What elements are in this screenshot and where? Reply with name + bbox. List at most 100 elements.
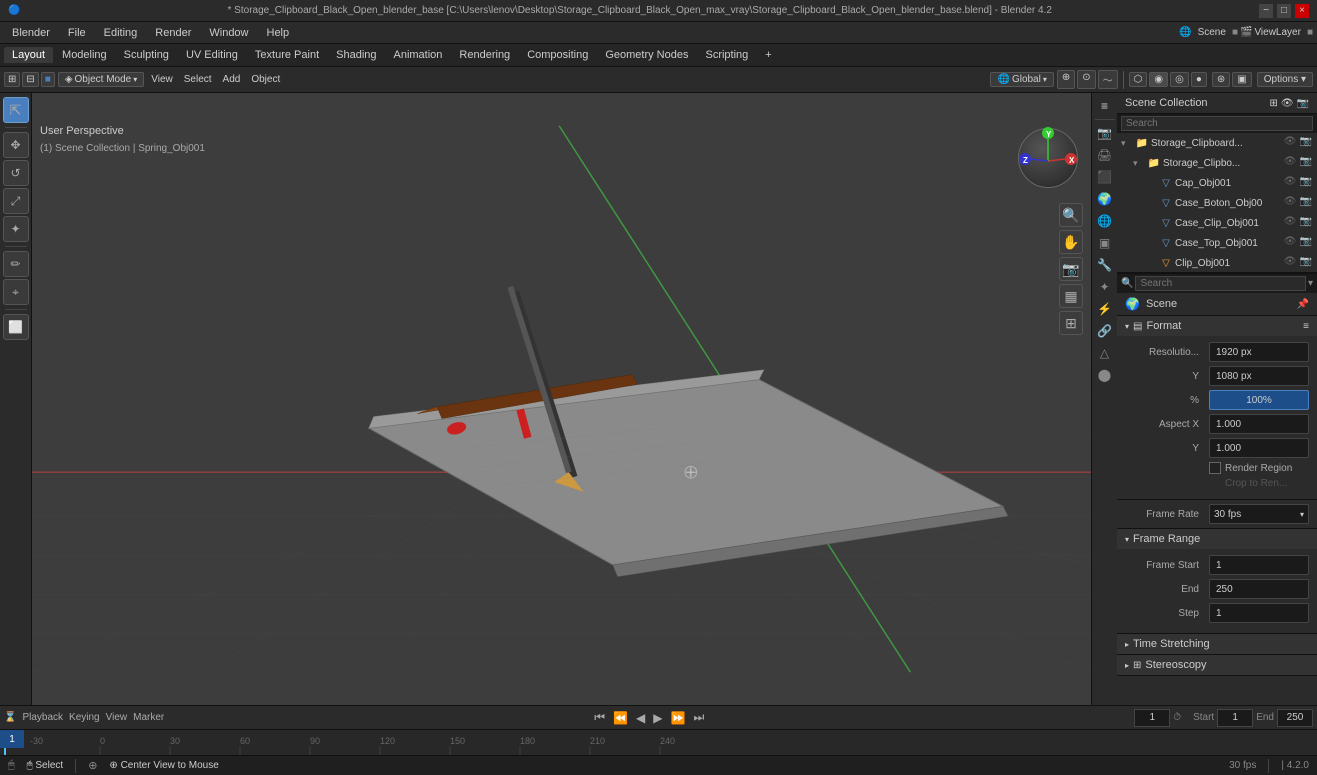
frame-range-header[interactable]: ▾ Frame Range	[1117, 529, 1317, 549]
resolution-x-value[interactable]: 1920 px	[1209, 342, 1309, 362]
xray-btn[interactable]: ▣	[1232, 72, 1251, 87]
zoom-to-fit-btn[interactable]: 🔍	[1059, 203, 1083, 227]
shading-material-btn[interactable]: ◎	[1170, 72, 1189, 87]
wave-btn[interactable]: 〜	[1098, 70, 1118, 89]
object-mode-select[interactable]: ◈ Object Mode ▾	[58, 72, 144, 87]
tab-geometry-nodes[interactable]: Geometry Nodes	[597, 47, 696, 63]
select-menu-btn[interactable]: Select	[180, 73, 216, 86]
tab-rendering[interactable]: Rendering	[451, 47, 518, 63]
marker-btn[interactable]: Marker	[133, 712, 164, 723]
properties-search-input[interactable]	[1135, 276, 1306, 291]
overlay-btn[interactable]: ⊛	[1212, 72, 1230, 87]
tab-animation[interactable]: Animation	[386, 47, 451, 63]
move-tool-btn[interactable]: ✥	[3, 132, 29, 158]
end-frame-input[interactable]	[1277, 709, 1313, 727]
frame-step-value[interactable]: 1	[1209, 603, 1309, 623]
constraints-icon[interactable]: 🔗	[1094, 320, 1116, 342]
render-icon[interactable]: 📷	[1299, 136, 1313, 150]
physics-icon[interactable]: ⚡	[1094, 298, 1116, 320]
measure-tool-btn[interactable]: ⌖	[3, 279, 29, 305]
play-reverse-btn[interactable]: ◀	[633, 710, 648, 726]
playback-btn[interactable]: Playback	[22, 712, 63, 723]
aspect-x-value[interactable]: 1.000	[1209, 414, 1309, 434]
output-props-icon[interactable]: 🖨	[1094, 144, 1116, 166]
caseclip-rend[interactable]: 📷	[1299, 216, 1313, 230]
next-keyframe-btn[interactable]: ⏩	[667, 710, 688, 726]
current-frame-input[interactable]	[1134, 709, 1170, 727]
timeline-track[interactable]: 1 -30 0 30 60 90 120 150 180 210 240	[0, 730, 1317, 755]
outliner-item-casetop[interactable]: ▽ Case_Top_Obj001 👁 📷	[1117, 233, 1317, 253]
add-menu-btn[interactable]: Add	[219, 73, 245, 86]
editor-type-btn[interactable]: ■	[41, 72, 55, 87]
tab-uv-editing[interactable]: UV Editing	[178, 47, 246, 63]
select-tool-btn[interactable]: ⇱	[3, 97, 29, 123]
rend-icon-2[interactable]: 📷	[1299, 156, 1313, 170]
scene-properties-vp-btn[interactable]: ⊞	[1059, 311, 1083, 335]
camera-outliner-icon[interactable]: 📷	[1297, 98, 1309, 109]
boton-vis[interactable]: 👁	[1283, 196, 1297, 210]
cap-vis[interactable]: 👁	[1283, 176, 1297, 190]
casetop-vis[interactable]: 👁	[1283, 236, 1297, 250]
proportional-btn[interactable]: ⊙	[1077, 70, 1095, 89]
caseclip-vis[interactable]: 👁	[1283, 216, 1297, 230]
jump-start-btn[interactable]: ⏮	[591, 709, 608, 726]
resolution-y-value[interactable]: 1080 px	[1209, 366, 1309, 386]
outliner-item-root[interactable]: ▾ 📁 Storage_Clipboard... 👁 📷	[1117, 133, 1317, 153]
shading-wire-btn[interactable]: ⬡	[1129, 72, 1148, 87]
object-menu-btn[interactable]: Object	[247, 73, 284, 86]
render-props-icon[interactable]: 📷	[1094, 122, 1116, 144]
outliner-item-caseclip[interactable]: ▽ Case_Clip_Obj001 👁 📷	[1117, 213, 1317, 233]
outliner-item-clip[interactable]: ▽ Clip_Obj001 👁 📷	[1117, 253, 1317, 273]
format-opts-icon[interactable]: ≡	[1303, 321, 1309, 332]
rotate-tool-btn[interactable]: ↺	[3, 160, 29, 186]
filter-icon[interactable]: ⊞	[1269, 98, 1277, 109]
viewport-gizmo[interactable]: X Y Z	[1013, 123, 1083, 193]
tab-modeling[interactable]: Modeling	[54, 47, 115, 63]
add-workspace-btn[interactable]: +	[757, 47, 779, 63]
file-menu[interactable]: File	[60, 25, 94, 41]
help-menu[interactable]: Help	[259, 25, 298, 41]
minimize-button[interactable]: −	[1259, 4, 1273, 18]
tab-compositing[interactable]: Compositing	[519, 47, 596, 63]
render-region-checkbox[interactable]	[1209, 462, 1221, 474]
viewport[interactable]: User Perspective (1) Scene Collection | …	[32, 93, 1091, 705]
tab-scripting[interactable]: Scripting	[697, 47, 756, 63]
filter-down-icon[interactable]: ▾	[1308, 278, 1313, 289]
window-controls[interactable]: − □ ×	[1259, 4, 1309, 18]
add-cube-btn[interactable]: ⬜	[3, 314, 29, 340]
tab-layout[interactable]: Layout	[4, 47, 53, 63]
shading-solid-btn[interactable]: ◉	[1149, 72, 1168, 87]
outliner-item-sub[interactable]: ▾ 📁 Storage_Clipbo... 👁 📷	[1117, 153, 1317, 173]
frame-rate-select[interactable]: 30 fps ▾	[1209, 504, 1309, 524]
boton-rend[interactable]: 📷	[1299, 196, 1313, 210]
scale-tool-btn[interactable]: ⤢	[3, 188, 29, 214]
frame-end-value[interactable]: 250	[1209, 579, 1309, 599]
cap-rend[interactable]: 📷	[1299, 176, 1313, 190]
grid-icon-btn[interactable]: ⊟	[22, 72, 38, 87]
shading-rendered-btn[interactable]: ●	[1191, 72, 1207, 87]
annotate-tool-btn[interactable]: ✏	[3, 251, 29, 277]
modifier-icon[interactable]: 🔧	[1094, 254, 1116, 276]
blender-menu[interactable]: Blender	[4, 25, 58, 41]
view-layer-icon[interactable]: ⬛	[1094, 166, 1116, 188]
scene-icon[interactable]: 🌍	[1094, 188, 1116, 210]
transform-select[interactable]: 🌐 Global ▾	[990, 72, 1053, 87]
tab-texture-paint[interactable]: Texture Paint	[247, 47, 327, 63]
world-icon[interactable]: 🌐	[1094, 210, 1116, 232]
outliner-item-boton[interactable]: ▽ Case_Boton_Obj00 👁 📷	[1117, 193, 1317, 213]
keying-btn[interactable]: Keying	[69, 712, 100, 723]
aspect-y-value[interactable]: 1.000	[1209, 438, 1309, 458]
layout-icon-btn[interactable]: ⊞	[4, 72, 20, 87]
options-btn[interactable]: Options ▾	[1257, 72, 1313, 87]
render-region-check[interactable]: Render Region	[1209, 462, 1292, 474]
particles-icon[interactable]: ✦	[1094, 276, 1116, 298]
eye-icon[interactable]: 👁	[1281, 98, 1294, 109]
view-tl-btn[interactable]: View	[106, 712, 128, 723]
object-icon[interactable]: ▣	[1094, 232, 1116, 254]
data-icon[interactable]: △	[1094, 342, 1116, 364]
resolution-pct-value[interactable]: 100%	[1209, 390, 1309, 410]
outliner-icon-btn[interactable]: ≡	[1094, 95, 1116, 117]
maximize-button[interactable]: □	[1277, 4, 1291, 18]
pin-icon[interactable]: 📌	[1297, 299, 1309, 310]
outliner-item-cap[interactable]: ▽ Cap_Obj001 👁 📷	[1117, 173, 1317, 193]
